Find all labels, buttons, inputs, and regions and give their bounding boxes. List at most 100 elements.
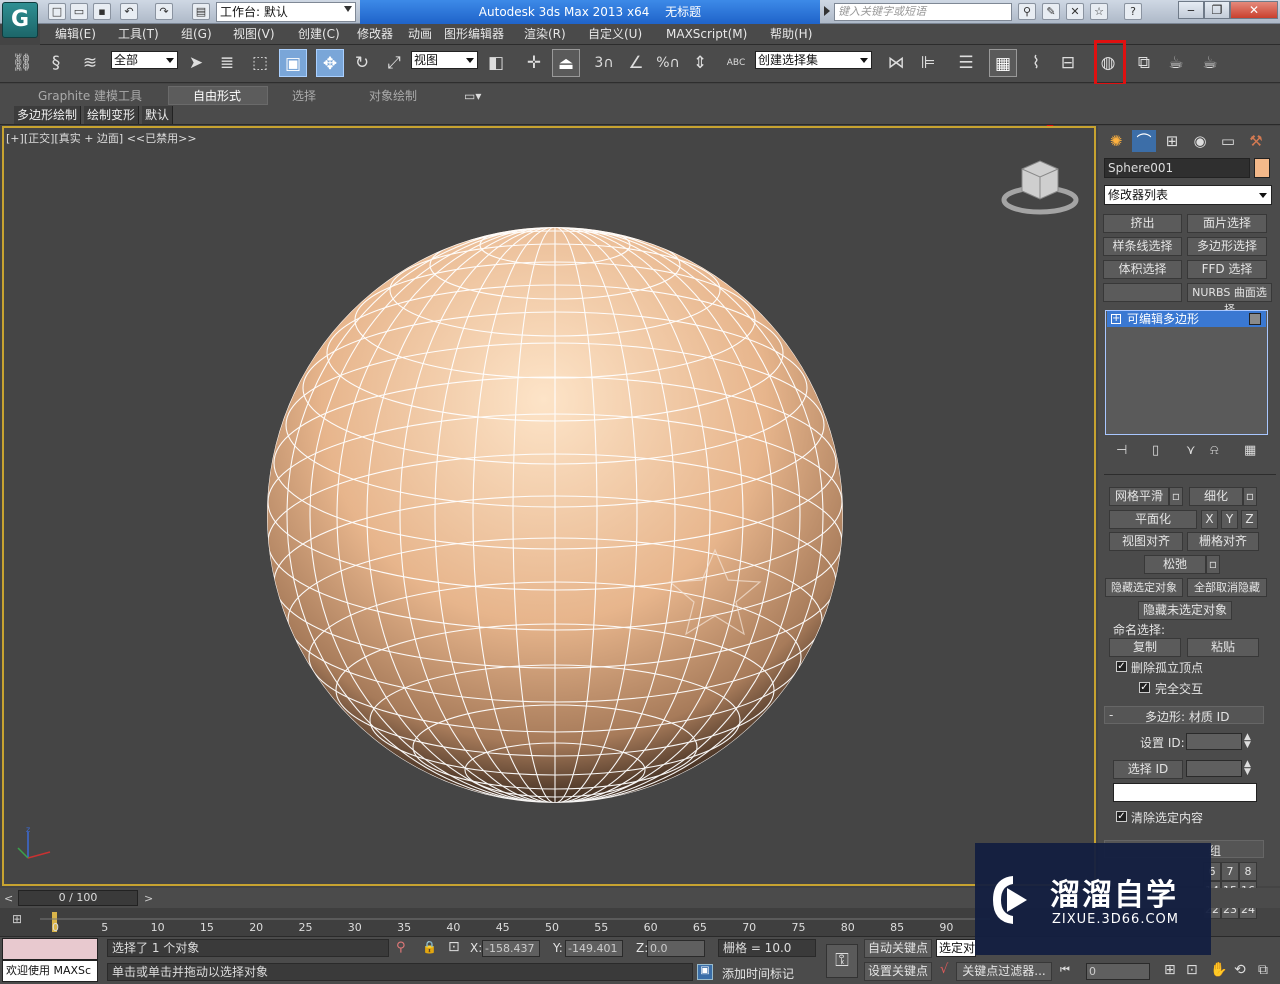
curve-editor-icon[interactable]: ⌇ [1022, 49, 1050, 77]
modifier-stack[interactable] [1105, 310, 1268, 435]
planar-z-button[interactable]: Z [1241, 510, 1258, 529]
select-id-spinner-icon[interactable]: ▲ ▼ [1244, 760, 1251, 777]
render-setup-icon[interactable]: ⧉ [1130, 49, 1158, 77]
menu-create[interactable]: 创建(C) [298, 24, 340, 45]
ribbon-tab-freeform[interactable]: 自由形式 [193, 87, 241, 105]
meshsmooth-settings-icon[interactable]: ▫ [1169, 487, 1183, 506]
empty-modifier-button[interactable] [1103, 283, 1182, 302]
binoculars-icon[interactable]: ⚲ [1018, 3, 1036, 20]
snaps-toggle-icon[interactable]: 3∩ [590, 49, 618, 77]
viewcube-icon[interactable] [1000, 155, 1080, 217]
hide-selected-button[interactable]: 隐藏选定对象 [1105, 578, 1183, 597]
rendered-frame-window-icon[interactable]: ☕ [1162, 49, 1190, 77]
current-frame-input[interactable]: 0 [1086, 963, 1150, 980]
workspace-dropdown-arrow-icon[interactable] [344, 6, 352, 16]
save-icon[interactable]: ▪ [93, 3, 111, 20]
ribbon-tab-selection[interactable]: 选择 [292, 87, 316, 105]
tessellate-settings-icon[interactable]: ▫ [1243, 487, 1257, 506]
utilities-tab-icon[interactable]: ⚒ [1244, 130, 1268, 152]
sphere-object[interactable] [260, 220, 850, 810]
configure-modifier-sets-icon[interactable]: ▦ [1244, 443, 1256, 458]
display-tab-icon[interactable]: ▭ [1216, 130, 1240, 152]
open-file-icon[interactable]: ▭ [70, 3, 88, 20]
zoom-extents-icon[interactable]: ⊡ [1186, 962, 1198, 978]
slider-prev-icon[interactable]: < [4, 892, 13, 905]
clear-selection-checkbox[interactable]: ✓ [1116, 811, 1127, 822]
schematic-view-icon[interactable]: ⊟ [1054, 49, 1082, 77]
pivot-center-icon[interactable]: ◧ [482, 49, 510, 77]
spinner-snap-icon[interactable]: ⇕ [686, 49, 714, 77]
new-file-icon[interactable]: □ [48, 3, 66, 20]
subscription-icon[interactable]: ✎ [1042, 3, 1060, 20]
panel-defaults[interactable]: 默认 [142, 106, 174, 124]
key-selection-dropdown[interactable]: 选定对 [936, 939, 976, 957]
maxscript-listener-top[interactable] [2, 938, 98, 960]
hierarchy-tab-icon[interactable]: ⊞ [1160, 130, 1184, 152]
menu-views[interactable]: 视图(V) [233, 24, 275, 45]
create-tab-icon[interactable]: ✺ [1104, 130, 1128, 152]
select-move-icon[interactable]: ✥ [316, 49, 344, 77]
stack-item-editable-poly[interactable]: 可编辑多边形 [1107, 311, 1266, 327]
search-input[interactable]: 键入关键字或短语 [834, 3, 1012, 21]
close-button[interactable]: ✕ [1230, 1, 1278, 19]
ribbon-options-icon[interactable]: ▭▾ [464, 87, 481, 105]
absolute-mode-icon[interactable]: ⊡ [448, 939, 460, 955]
make-planar-button[interactable]: 平面化 [1109, 510, 1197, 529]
object-name-field[interactable]: Sphere001 [1104, 158, 1250, 178]
menu-tools[interactable]: 工具(T) [118, 24, 159, 45]
modifier-list-dropdown[interactable]: 修改器列表 [1104, 185, 1272, 205]
menu-maxscript[interactable]: MAXScript(M) [666, 24, 747, 45]
z-coordinate-input[interactable]: 0.0 [647, 940, 705, 957]
slider-next-icon[interactable]: > [144, 892, 153, 905]
copy-button[interactable]: 复制 [1109, 638, 1181, 657]
tessellate-button[interactable]: 细化 [1189, 487, 1243, 506]
help-icon[interactable]: ? [1124, 3, 1142, 20]
sg-button-7[interactable]: 7 [1221, 862, 1239, 881]
curve-editor-mini-icon[interactable]: ⊞ [12, 912, 30, 930]
y-coordinate-input[interactable]: -149.401 [565, 940, 623, 957]
project-folder-icon[interactable]: ▤ [192, 3, 210, 20]
menu-rendering[interactable]: 渲染(R) [524, 24, 566, 45]
menu-modifiers[interactable]: 修改器 [357, 24, 393, 45]
remove-modifier-icon[interactable]: ⍾ [1210, 443, 1219, 458]
motion-tab-icon[interactable]: ◉ [1188, 130, 1212, 152]
undo-icon[interactable]: ↶ [120, 3, 138, 20]
reference-coordinate-dropdown[interactable]: 视图 [411, 51, 478, 69]
viewport-label[interactable]: [+][正交][真实 + 边面] <<已禁用>> [6, 130, 197, 146]
selection-lock-icon[interactable]: 🔒 [422, 940, 437, 954]
set-id-input[interactable] [1186, 733, 1242, 750]
bind-spacewarp-icon[interactable]: ≋ [76, 49, 104, 77]
x-coordinate-input[interactable]: -158.437 [482, 940, 540, 957]
menu-group[interactable]: 组(G) [181, 24, 212, 45]
delete-isolated-checkbox[interactable]: ✓ [1116, 661, 1127, 672]
link-icon[interactable]: ⛓ [8, 49, 36, 77]
view-align-button[interactable]: 视图对齐 [1109, 532, 1183, 551]
panel-polydraw[interactable]: 多边形绘制 [14, 106, 82, 124]
volume-select-button[interactable]: 体积选择 [1103, 260, 1182, 279]
layer-manager-icon[interactable]: ☰ [952, 49, 980, 77]
extrude-button[interactable]: 挤出 [1103, 214, 1182, 233]
orbit-icon[interactable]: ⟲ [1234, 962, 1246, 978]
pin-stack-icon[interactable]: ⊣ [1116, 443, 1127, 458]
sg-button-8[interactable]: 8 [1239, 862, 1257, 881]
minimize-button[interactable]: ‒ [1178, 1, 1204, 19]
ffd-select-button[interactable]: FFD 选择 [1187, 260, 1267, 279]
grid-align-button[interactable]: 栅格对齐 [1187, 532, 1259, 551]
expand-plus-icon[interactable]: + [1111, 314, 1121, 324]
make-unique-icon[interactable]: ⋎ [1186, 443, 1196, 458]
material-name-dropdown[interactable] [1113, 783, 1257, 802]
menu-customize[interactable]: 自定义(U) [588, 24, 642, 45]
time-config-icon[interactable]: ⊞ [1164, 962, 1176, 978]
paste-button[interactable]: 粘贴 [1187, 638, 1259, 657]
keyboard-shortcut-override-icon[interactable]: ⏏ [552, 49, 580, 77]
set-key-button[interactable]: 设置关键点 [864, 962, 932, 981]
select-by-name-icon[interactable]: ≣ [213, 49, 241, 77]
menu-edit[interactable]: 编辑(E) [55, 24, 96, 45]
edit-named-selections-icon[interactable]: ABC [722, 49, 750, 77]
patch-select-button[interactable]: 面片选择 [1187, 214, 1267, 233]
mirror-icon[interactable]: ⋈ [882, 49, 910, 77]
time-tag-icon[interactable]: ▣ [697, 964, 713, 980]
ribbon-tab-graphite[interactable]: Graphite 建模工具 [38, 87, 142, 105]
select-manipulate-icon[interactable]: ✛ [520, 49, 548, 77]
time-slider[interactable]: 0 / 100 [18, 890, 138, 906]
